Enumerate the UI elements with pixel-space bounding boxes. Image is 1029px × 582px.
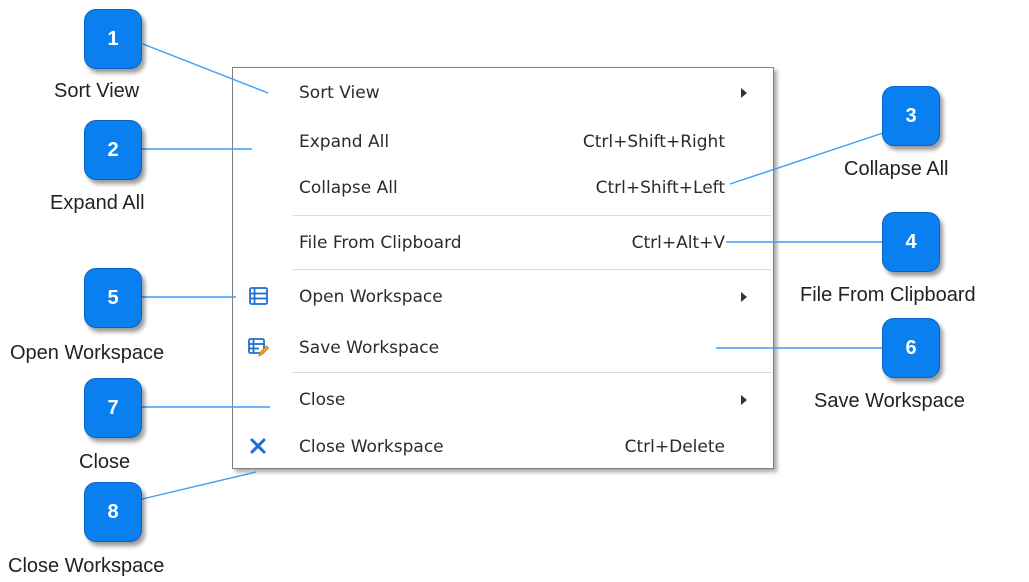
- menu-separator: [293, 215, 771, 216]
- menu-item-shortcut: Ctrl+Shift+Right: [582, 132, 725, 152]
- callout-label-5: Open Workspace: [10, 342, 165, 364]
- leader-line-8: [137, 471, 257, 501]
- menu-item-label: Save Workspace: [299, 338, 440, 358]
- menu-item-close-workspace[interactable]: Close Workspace Ctrl+Delete: [233, 425, 773, 469]
- callout-badge-1: 1: [84, 9, 142, 69]
- menu-item-label: File From Clipboard: [299, 233, 462, 253]
- menu-item-shortcut: Ctrl+Delete: [624, 437, 725, 457]
- callout-badge-4: 4: [882, 212, 940, 272]
- menu-item-open-workspace[interactable]: Open Workspace: [233, 275, 773, 319]
- workspace-list-icon: [247, 285, 269, 307]
- callout-badge-2: 2: [84, 120, 142, 180]
- menu-item-label: Open Workspace: [299, 287, 443, 307]
- save-workspace-icon: [247, 336, 270, 358]
- callout-label-6: Save Workspace: [814, 390, 965, 412]
- menu-item-shortcut: Ctrl+Alt+V: [631, 233, 725, 253]
- menu-item-label: Expand All: [299, 132, 390, 152]
- callout-badge-5: 5: [84, 268, 142, 328]
- menu-item-shortcut: Ctrl+Shift+Left: [595, 178, 725, 198]
- menu-item-label: Close Workspace: [299, 437, 444, 457]
- callout-label-1: Sort View: [54, 80, 140, 102]
- menu-item-collapse-all[interactable]: Collapse All Ctrl+Shift+Left: [233, 166, 773, 210]
- close-x-icon: [247, 435, 269, 457]
- callout-label-2: Expand All: [50, 192, 145, 214]
- callout-label-7: Close: [79, 451, 131, 473]
- menu-separator: [293, 372, 771, 373]
- menu-item-label: Collapse All: [299, 178, 398, 198]
- callout-badge-3: 3: [882, 86, 940, 146]
- callout-badge-8: 8: [84, 482, 142, 542]
- menu-item-file-from-clipboard[interactable]: File From Clipboard Ctrl+Alt+V: [233, 221, 773, 265]
- menu-item-label: Sort View: [299, 83, 380, 103]
- callout-badge-6: 6: [882, 318, 940, 378]
- menu-item-sort-view[interactable]: Sort View: [233, 71, 773, 115]
- menu-item-close[interactable]: Close: [233, 378, 773, 422]
- callout-label-4: File From Clipboard: [800, 284, 976, 306]
- menu-item-save-workspace[interactable]: Save Workspace: [233, 326, 773, 370]
- submenu-arrow-icon: [741, 88, 747, 98]
- submenu-arrow-icon: [741, 395, 747, 405]
- context-menu: Sort View Expand All Ctrl+Shift+Right Co…: [232, 67, 774, 469]
- menu-item-expand-all[interactable]: Expand All Ctrl+Shift+Right: [233, 120, 773, 164]
- callout-label-3: Collapse All: [844, 158, 949, 180]
- callout-label-8: Close Workspace: [8, 555, 165, 577]
- menu-item-label: Close: [299, 390, 346, 410]
- menu-separator: [293, 269, 771, 270]
- submenu-arrow-icon: [741, 292, 747, 302]
- callout-badge-7: 7: [84, 378, 142, 438]
